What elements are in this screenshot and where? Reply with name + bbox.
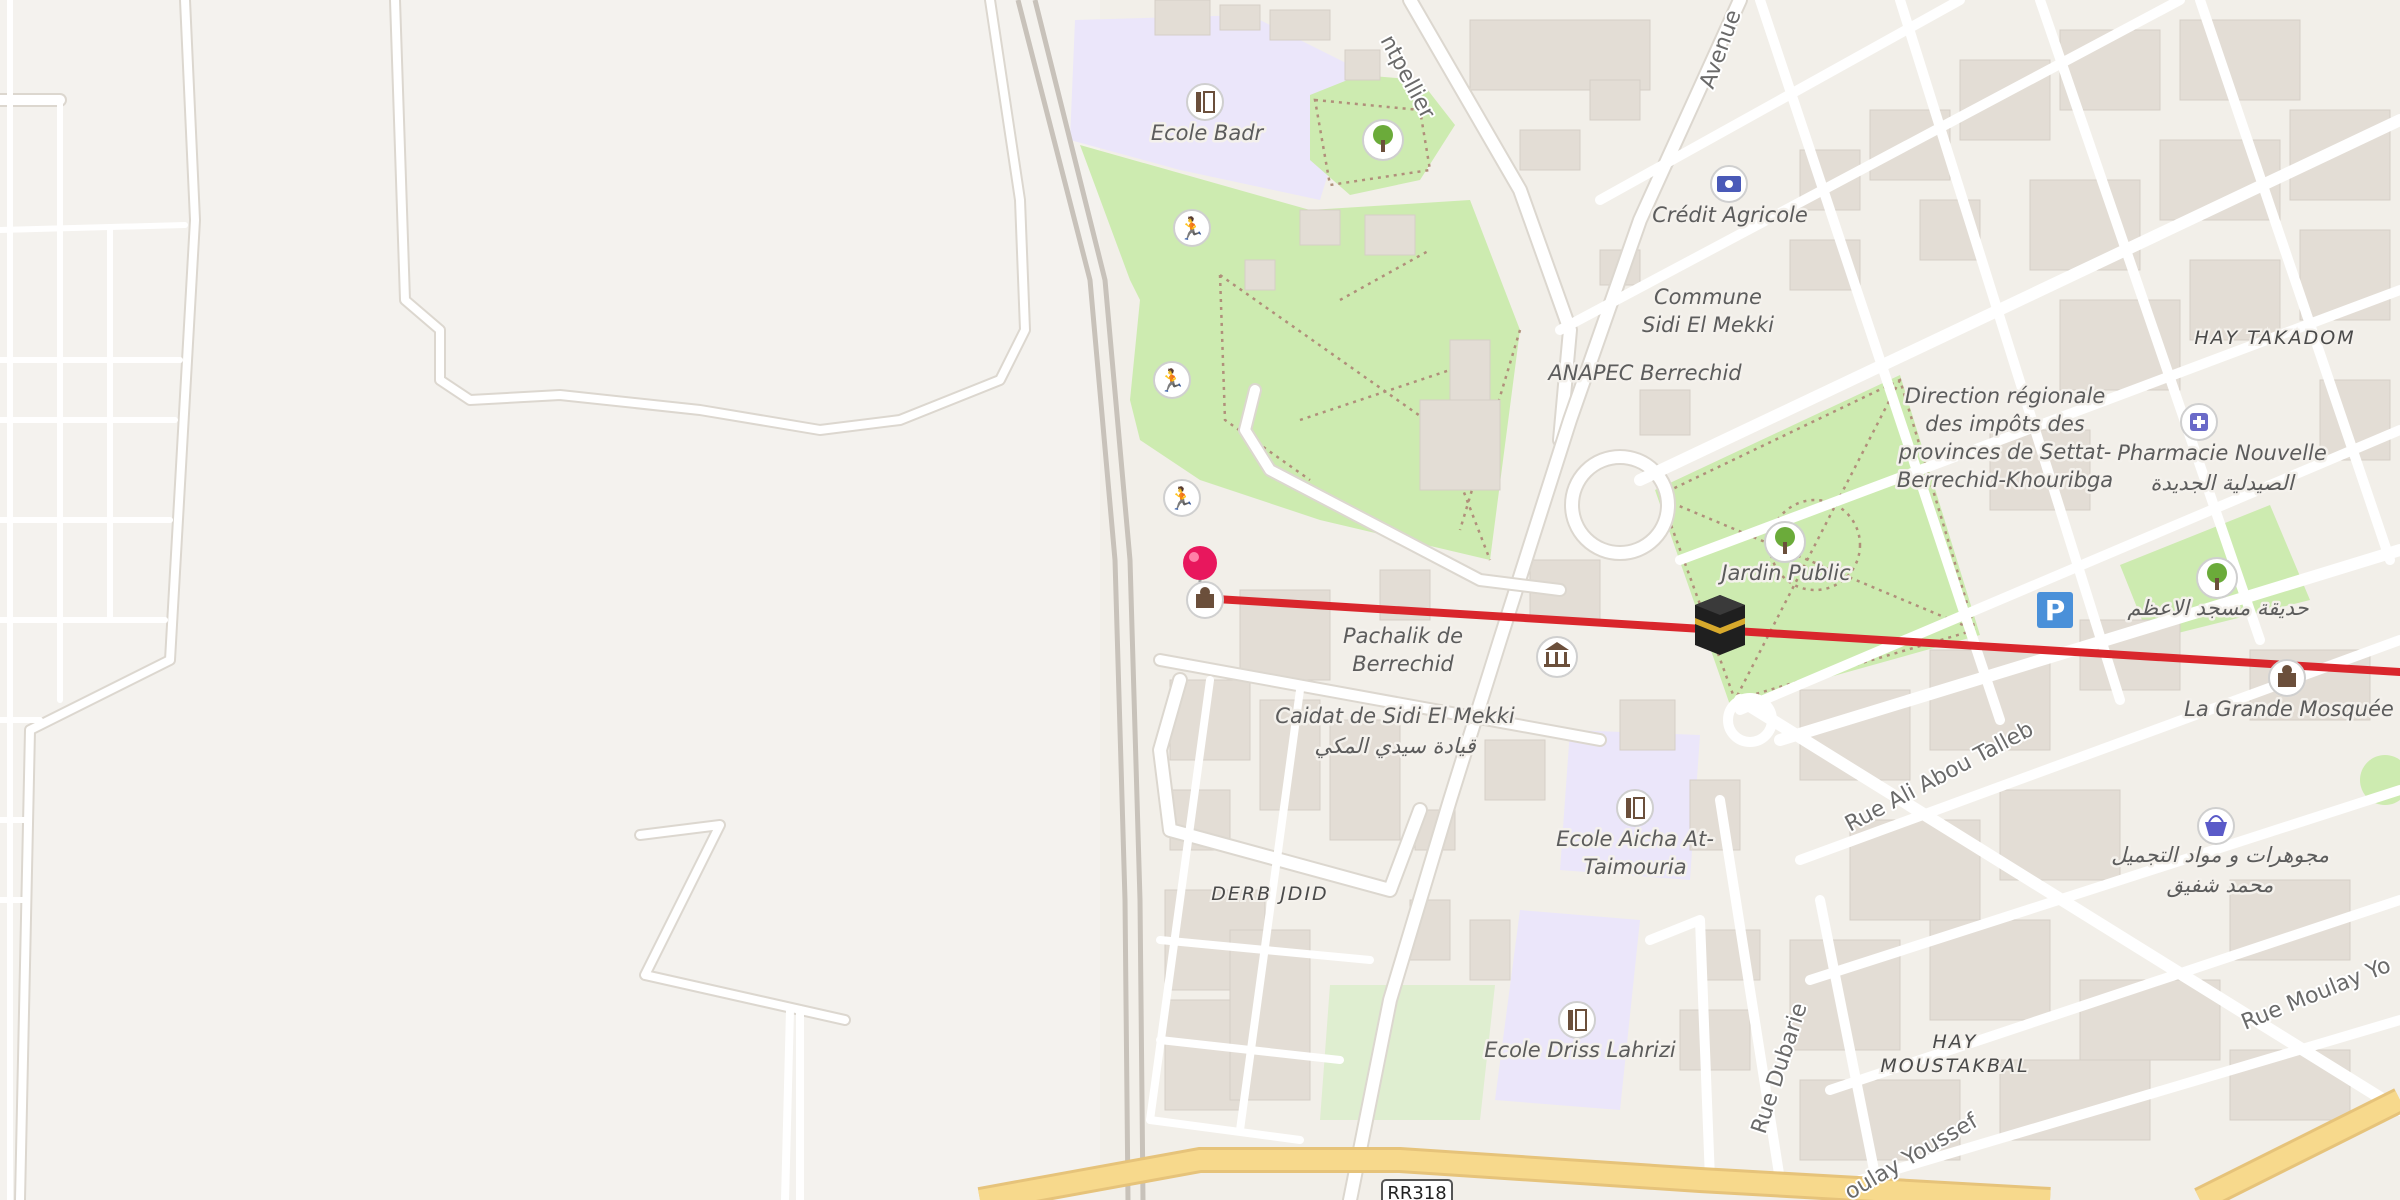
label-grande-mosquee: La Grande Mosquée xyxy=(2184,697,2394,721)
open-land xyxy=(0,0,1100,1200)
label-hay-moustakbal-1: HAY xyxy=(1933,1031,1978,1053)
park-south xyxy=(1320,985,1495,1120)
label-pharmacie-1: Pharmacie Nouvelle xyxy=(2117,441,2327,465)
svg-text:🏃: 🏃 xyxy=(1168,486,1195,512)
tree-icon[interactable] xyxy=(2196,557,2238,599)
tree-icon[interactable] xyxy=(1362,119,1404,161)
svg-text:🏃: 🏃 xyxy=(1158,368,1185,394)
mosque-icon[interactable] xyxy=(2268,659,2306,697)
school-icon[interactable] xyxy=(1558,1001,1596,1039)
label-direction-3: provinces de Settat- xyxy=(1898,440,2112,464)
map-canvas[interactable]: 🏃 🏃 🏃 P Ecole Badr Crédit Agricole Commu… xyxy=(0,0,2400,1200)
running-person-icon[interactable]: 🏃 xyxy=(1173,209,1211,247)
parking-icon[interactable]: P xyxy=(2037,592,2073,628)
label-mojawharat-1: مجوهرات و مواد التجميل xyxy=(2111,843,2329,868)
label-direction-2: des impôts des xyxy=(1925,412,2084,436)
label-ecole-badr: Ecole Badr xyxy=(1151,121,1265,145)
label-jardin-public: Jardin Public xyxy=(1717,561,1851,585)
label-ecole-driss: Ecole Driss Lahrizi xyxy=(1484,1038,1676,1062)
svg-text:RR318: RR318 xyxy=(1387,1183,1446,1200)
kaaba-icon[interactable] xyxy=(1695,595,1745,655)
label-derb-jdid: DERB JDID xyxy=(1211,883,1328,905)
label-aicha-1: Ecole Aicha At- xyxy=(1556,827,1714,851)
label-pachalik-1: Pachalik de xyxy=(1343,624,1463,648)
label-commune-2: Sidi El Mekki xyxy=(1642,313,1774,337)
school-icon[interactable] xyxy=(1616,789,1654,827)
label-aicha-2: Taimouria xyxy=(1583,855,1686,879)
map-view[interactable]: 🏃 🏃 🏃 P Ecole Badr Crédit Agricole Commu… xyxy=(0,0,2400,1200)
running-person-icon[interactable]: 🏃 xyxy=(1153,361,1191,399)
pharmacy-cross-icon[interactable] xyxy=(2180,403,2218,441)
mosque-icon[interactable] xyxy=(1186,581,1224,619)
label-pachalik-2: Berrechid xyxy=(1352,652,1454,676)
label-direction-1: Direction régionale xyxy=(1905,384,2106,408)
label-hay-moustakbal-2: MOUSTAKBAL xyxy=(1880,1055,2029,1077)
label-caidat-1: Caidat de Sidi El Mekki xyxy=(1275,704,1515,728)
label-hadika: حديقة مسجد الاعظم xyxy=(2127,596,2309,621)
svg-text:🏃: 🏃 xyxy=(1178,216,1205,242)
label-caidat-2: قيادة سيدي المكي xyxy=(1314,734,1476,759)
label-anapec: ANAPEC Berrechid xyxy=(1546,361,1742,385)
label-credit-agricole: Crédit Agricole xyxy=(1652,203,1808,227)
road-shield-rr318: RR318 xyxy=(1381,1179,1453,1200)
government-building-icon[interactable] xyxy=(1536,636,1578,678)
banknote-icon[interactable] xyxy=(1710,165,1748,203)
tree-icon[interactable] xyxy=(1764,521,1806,563)
label-hay-takadom: HAY TAKADOM xyxy=(2194,327,2355,349)
label-mojawharat-2: محمد شفيق xyxy=(2167,873,2274,898)
label-pharmacie-2: الصيدلية الجديدة xyxy=(2150,471,2295,495)
label-commune-1: Commune xyxy=(1654,285,1762,309)
shopping-basket-icon[interactable] xyxy=(2197,807,2235,845)
svg-text:P: P xyxy=(2045,594,2066,627)
school-icon[interactable] xyxy=(1186,83,1224,121)
label-direction-4: Berrechid-Khouribga xyxy=(1897,468,2113,492)
running-person-icon[interactable]: 🏃 xyxy=(1163,479,1201,517)
